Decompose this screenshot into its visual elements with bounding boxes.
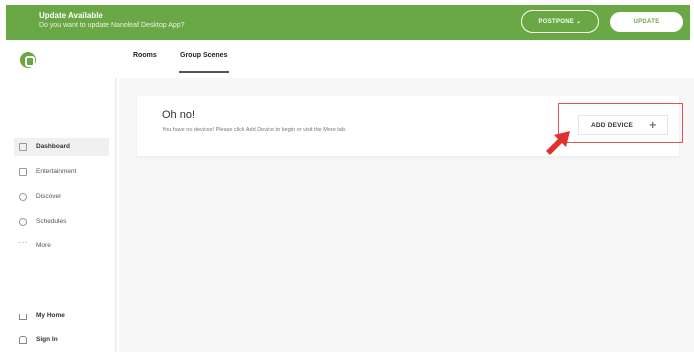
sidebar-item-label: Dashboard — [36, 143, 70, 150]
sidebar-item-label: My Home — [36, 312, 65, 319]
sidebar-item-schedules[interactable]: Schedules — [14, 213, 109, 231]
sidebar-item-more[interactable]: More — [14, 237, 109, 255]
discover-icon — [19, 193, 27, 201]
sidebar-item-discover[interactable]: Discover — [14, 188, 109, 206]
active-tab-indicator — [179, 71, 229, 73]
banner-title: Update Available — [39, 11, 103, 20]
user-icon — [19, 336, 27, 344]
sidebar-item-label: More — [36, 242, 51, 249]
sidebar-item-my-home[interactable]: My Home — [14, 307, 109, 325]
sidebar-item-dashboard[interactable]: Dashboard — [14, 138, 109, 156]
dashboard-icon — [19, 143, 27, 151]
postpone-button[interactable]: POSTPONE ⌄ — [521, 10, 599, 33]
sidebar-item-label: Schedules — [36, 218, 67, 225]
home-icon — [19, 314, 27, 320]
tab-rooms[interactable]: Rooms — [133, 52, 157, 59]
sidebar-item-label: Sign In — [36, 336, 58, 343]
sidebar-item-label: Discover — [36, 193, 62, 200]
highlight-box — [558, 103, 683, 143]
empty-state-title: Oh no! — [162, 109, 196, 121]
entertainment-icon — [19, 168, 27, 176]
schedules-icon — [19, 218, 27, 226]
empty-state-message: You have no devices! Please click Add De… — [162, 127, 347, 133]
update-button[interactable]: UPDATE — [610, 12, 683, 32]
sidebar-divider — [115, 78, 117, 352]
sidebar-item-sign-in[interactable]: Sign In — [14, 331, 109, 349]
red-arrow-icon — [546, 131, 570, 155]
banner-subtitle: Do you want to update Nanoleaf Desktop A… — [39, 22, 185, 29]
sidebar-item-entertainment[interactable]: Entertainment — [14, 163, 109, 181]
sidebar-item-label: Entertainment — [36, 168, 77, 175]
update-banner: Update Available Do you want to update N… — [6, 5, 690, 40]
tab-group-scenes[interactable]: Group Scenes — [180, 52, 227, 59]
more-icon — [18, 237, 28, 250]
app-logo-icon[interactable] — [20, 52, 36, 68]
